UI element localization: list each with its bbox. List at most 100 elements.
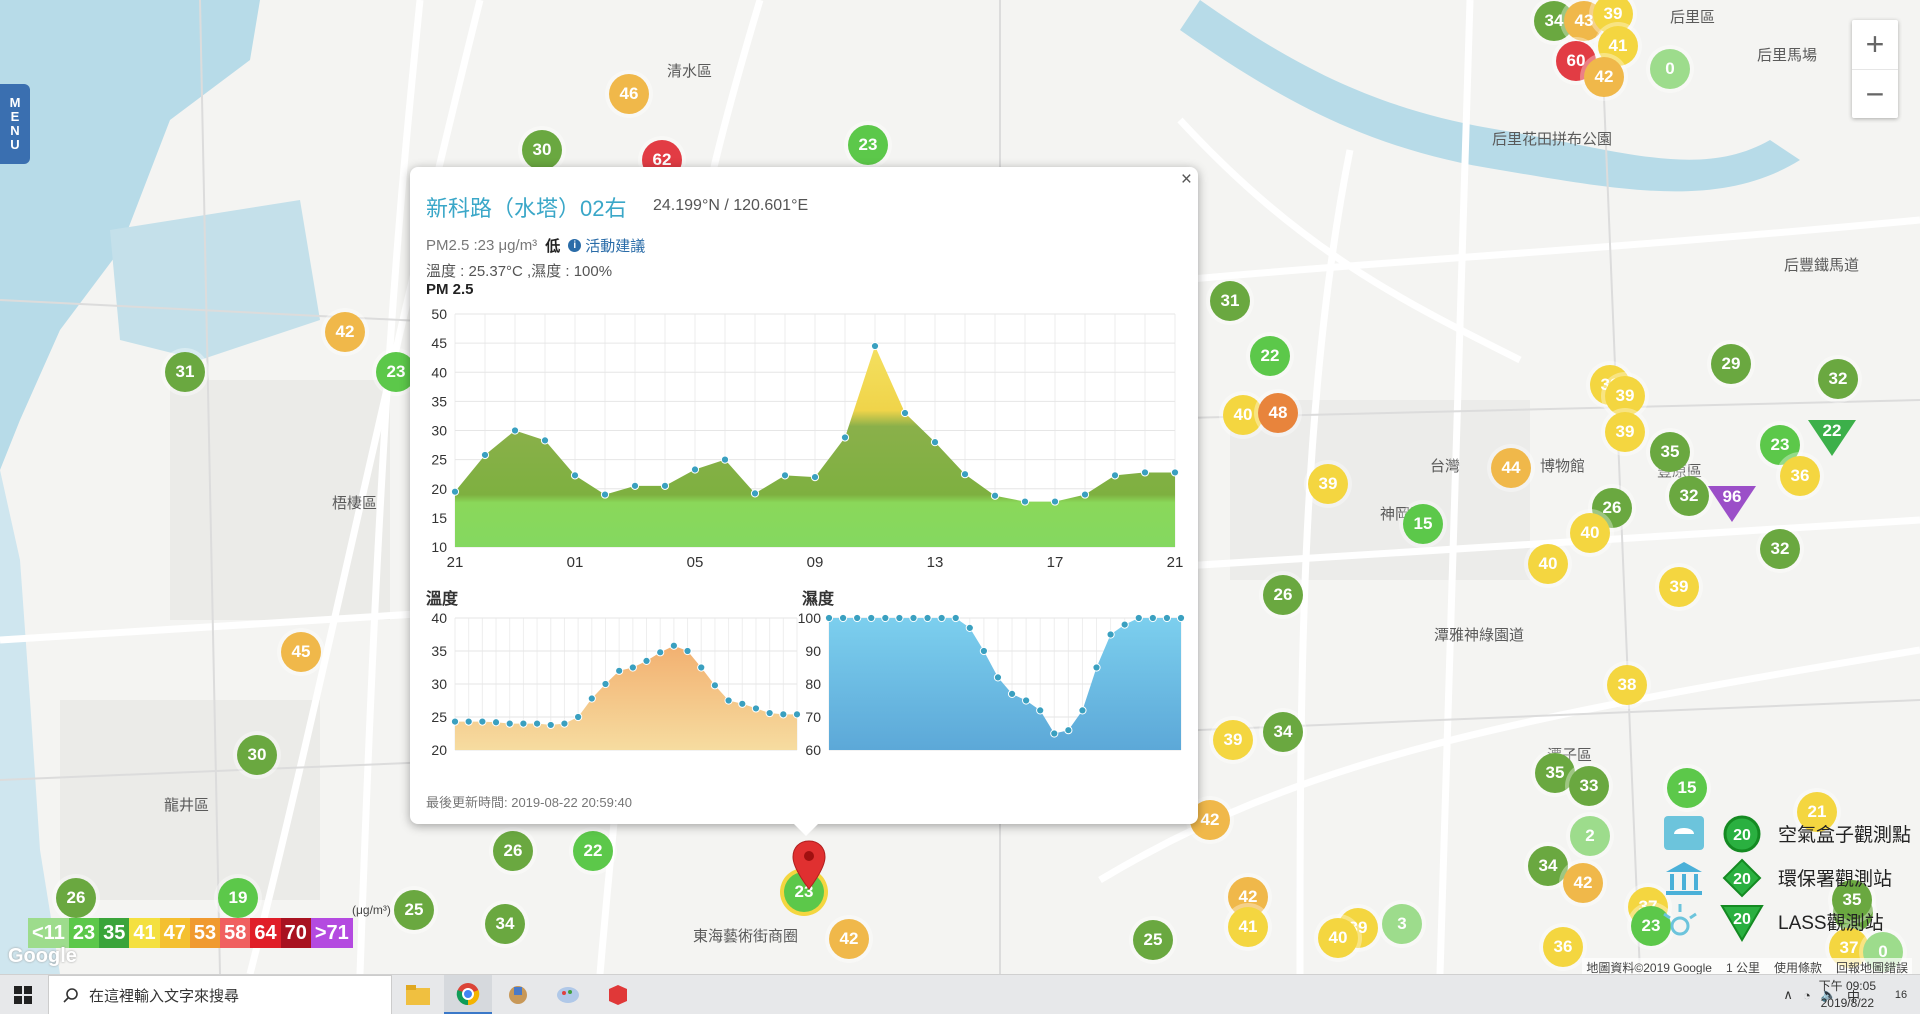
map-scale[interactable]: 1 公里	[1726, 959, 1760, 974]
y-tick-label: 20	[431, 742, 447, 758]
map[interactable]: 清水區 后里區 后里馬場 后里花田拼布公園 后豐鐵馬道 梧棲區 龍井區 台灣 博…	[0, 0, 1920, 974]
chrome-icon	[456, 982, 480, 1005]
data-point	[1106, 630, 1115, 639]
data-point	[546, 720, 555, 730]
data-point	[560, 719, 569, 728]
data-point	[532, 719, 542, 728]
y-tick-label: 35	[431, 643, 447, 659]
menu-tab[interactable]: M E N U	[0, 84, 30, 164]
taskbar-app-5[interactable]	[594, 975, 642, 1014]
aqi-legend-item: <11	[28, 918, 69, 948]
data-point	[909, 613, 918, 623]
menu-letter: N	[10, 123, 20, 138]
data-point	[574, 712, 583, 722]
data-point	[1036, 706, 1045, 715]
data-point	[1080, 490, 1090, 499]
data-point	[464, 717, 473, 726]
data-point	[979, 646, 988, 656]
data-point	[478, 717, 487, 726]
clock-time: 下午 09:05	[1818, 979, 1876, 993]
y-tick-label: 20	[431, 481, 447, 497]
data-point	[840, 433, 850, 442]
google-logo[interactable]: Google	[8, 945, 77, 968]
y-tick-label: 80	[805, 676, 821, 692]
data-point	[505, 719, 514, 728]
data-point	[450, 717, 460, 726]
network-icon[interactable]: ◔	[1803, 988, 1811, 1003]
aqi-unit-label: (μg/m³)	[352, 903, 391, 917]
data-point	[510, 426, 520, 435]
data-point	[642, 656, 651, 665]
epa-station-icon: 20	[1666, 858, 1762, 898]
data-point	[656, 648, 665, 657]
menu-letter: E	[10, 109, 20, 124]
data-point	[540, 436, 550, 445]
location-pin-icon[interactable]	[792, 840, 826, 890]
data-point	[780, 471, 790, 480]
data-point	[1022, 696, 1031, 705]
y-tick-label: 40	[431, 610, 447, 626]
y-tick-label: 35	[431, 393, 447, 409]
taskbar-app-3[interactable]	[494, 975, 542, 1014]
data-point	[951, 613, 960, 623]
data-point	[881, 613, 890, 623]
map-attribution: 地圖資料©2019 Google 1 公里 使用條款 回報地圖錯誤	[1582, 958, 1912, 974]
data-point	[751, 704, 761, 713]
taskbar-search-input[interactable]: 在這裡輸入文字來搜尋	[48, 975, 392, 1014]
data-point	[615, 666, 624, 675]
data-point	[1134, 613, 1143, 623]
data-point	[792, 710, 802, 719]
last-updated-time: 最後更新時間: 2019-08-22 20:59:40	[426, 795, 632, 810]
data-point	[1092, 663, 1101, 672]
data-point	[1020, 497, 1030, 506]
data-point	[990, 491, 1000, 500]
data-point	[690, 465, 700, 474]
data-point	[720, 455, 730, 464]
x-tick-label: 17	[1047, 554, 1064, 571]
y-tick-label: 25	[431, 452, 447, 468]
terms-link[interactable]: 使用條款	[1774, 959, 1822, 974]
data-point	[1162, 613, 1172, 623]
start-button[interactable]	[0, 975, 46, 1014]
data-point	[600, 490, 610, 499]
taskbar-clock[interactable]: 下午 09:05 2019/8/22	[1819, 978, 1876, 1012]
report-error-link[interactable]: 回報地圖錯誤	[1836, 959, 1908, 974]
data-point	[1007, 689, 1017, 699]
legend-sample-value: 20	[1733, 827, 1751, 844]
legend-label-airbox: 空氣盒子觀測點	[1778, 825, 1912, 846]
legend-sample-value: 20	[1733, 871, 1751, 888]
x-tick-label: 09	[807, 554, 824, 571]
data-point	[930, 438, 940, 447]
series-area	[455, 645, 797, 750]
legend-row-epa: 20 環保署觀測站	[1660, 856, 1920, 900]
lass-station-value: 22	[1823, 421, 1842, 440]
taskbar: 在這裡輸入文字來搜尋 ∧ ◔ 🔈 中 下午 09:05 2019/8/22 16	[0, 974, 1920, 1014]
y-tick-label: 100	[798, 610, 822, 626]
y-tick-label: 90	[805, 643, 821, 659]
data-point	[630, 481, 640, 490]
notification-center-button[interactable]: 16	[1886, 983, 1916, 1007]
aqi-legend-item: 47	[159, 918, 190, 948]
y-tick-label: 10	[431, 539, 447, 555]
y-tick-label: 40	[431, 364, 447, 380]
zoom-out-button[interactable]: −	[1852, 69, 1898, 118]
zoom-in-button[interactable]: +	[1852, 20, 1898, 69]
legend-label-epa: 環保署觀測站	[1778, 869, 1893, 890]
data-point	[750, 489, 760, 498]
aqi-legend-item: 41	[129, 918, 160, 948]
taskbar-file-explorer[interactable]	[394, 975, 442, 1014]
x-tick-label: 13	[927, 554, 944, 571]
y-tick-label: 60	[805, 742, 821, 758]
lass-station-value: 96	[1723, 487, 1742, 506]
data-point	[669, 641, 678, 650]
data-point	[450, 487, 460, 496]
data-point	[810, 473, 820, 482]
aqi-legend-item: >71	[310, 918, 353, 948]
y-tick-label: 70	[805, 709, 821, 725]
data-point	[779, 710, 788, 719]
tray-chevron-icon[interactable]: ∧	[1783, 987, 1793, 1003]
taskbar-chrome[interactable]	[444, 975, 492, 1014]
taskbar-app-4[interactable]	[544, 975, 592, 1014]
y-tick-label: 50	[431, 306, 447, 322]
data-point	[1064, 726, 1073, 735]
